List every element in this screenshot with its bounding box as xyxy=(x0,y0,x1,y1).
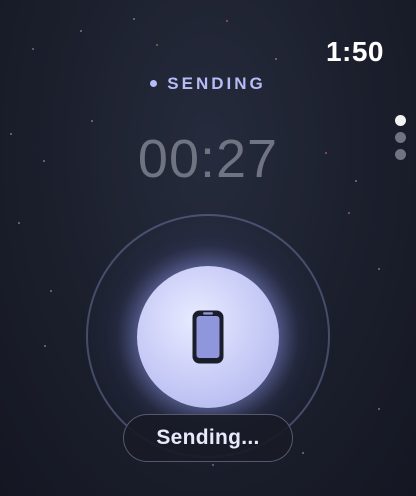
star xyxy=(378,268,380,270)
star xyxy=(91,120,93,122)
star xyxy=(133,18,135,20)
transfer-status: SENDING xyxy=(0,74,416,94)
star xyxy=(156,44,158,46)
page-dot-active[interactable] xyxy=(395,115,406,126)
star xyxy=(226,20,228,22)
send-button[interactable] xyxy=(137,266,279,408)
star xyxy=(275,58,277,60)
status-label: SENDING xyxy=(167,74,266,93)
star xyxy=(32,48,34,50)
star xyxy=(18,222,20,224)
star xyxy=(378,408,380,410)
sending-status-pill: Sending... xyxy=(123,414,293,462)
phone-icon xyxy=(192,310,224,364)
clock-time: 1:50 xyxy=(325,36,384,67)
star xyxy=(50,290,52,292)
star xyxy=(302,452,304,454)
status-dot xyxy=(150,79,158,87)
star xyxy=(212,464,214,466)
elapsed-timer: 00:27 xyxy=(137,129,279,189)
star xyxy=(348,212,350,214)
star xyxy=(44,345,46,347)
star xyxy=(80,30,82,32)
